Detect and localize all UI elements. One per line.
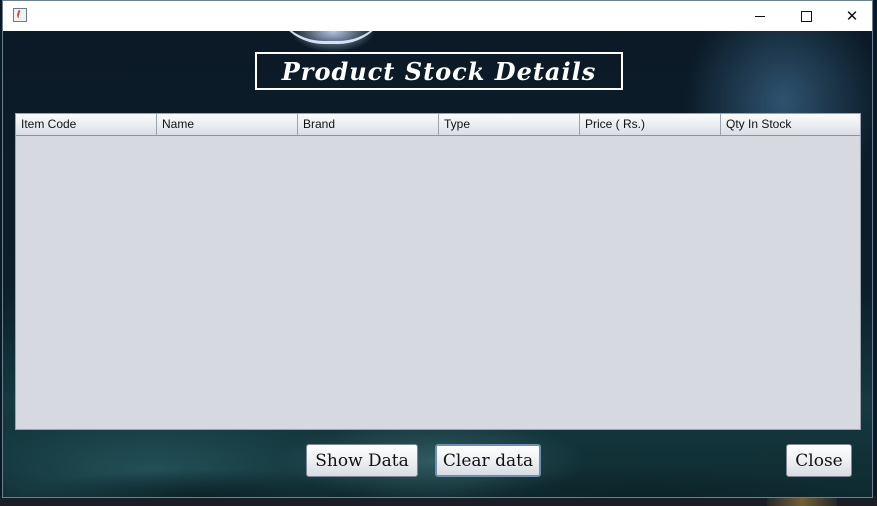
stock-table[interactable]: Item Code Name Brand Type Price ( Rs.) Q… xyxy=(15,113,861,430)
page-title: Product Stock Details xyxy=(255,52,623,90)
minimize-icon xyxy=(755,15,765,17)
minimize-button[interactable] xyxy=(737,1,783,31)
table-body[interactable] xyxy=(16,136,860,429)
maximize-button[interactable] xyxy=(783,1,829,31)
table-header: Item Code Name Brand Type Price ( Rs.) Q… xyxy=(16,114,860,136)
clear-data-button[interactable]: Clear data xyxy=(435,444,541,477)
title-bar: ✕ xyxy=(3,1,872,31)
background-moon xyxy=(271,31,391,44)
column-brand[interactable]: Brand xyxy=(298,114,439,135)
column-name[interactable]: Name xyxy=(157,114,298,135)
java-app-icon xyxy=(13,8,27,22)
close-icon: ✕ xyxy=(845,7,859,25)
column-price[interactable]: Price ( Rs.) xyxy=(580,114,721,135)
column-type[interactable]: Type xyxy=(439,114,580,135)
app-window: ✕ Product Stock Details Item Code Name B… xyxy=(2,0,873,498)
show-data-button[interactable]: Show Data xyxy=(306,444,418,477)
close-button[interactable]: Close xyxy=(786,444,852,477)
maximize-icon xyxy=(800,10,812,22)
close-window-button[interactable]: ✕ xyxy=(829,1,875,31)
column-qty-in-stock[interactable]: Qty In Stock xyxy=(721,114,860,135)
column-item-code[interactable]: Item Code xyxy=(16,114,157,135)
form-content: Product Stock Details Item Code Name Bra… xyxy=(3,31,872,497)
